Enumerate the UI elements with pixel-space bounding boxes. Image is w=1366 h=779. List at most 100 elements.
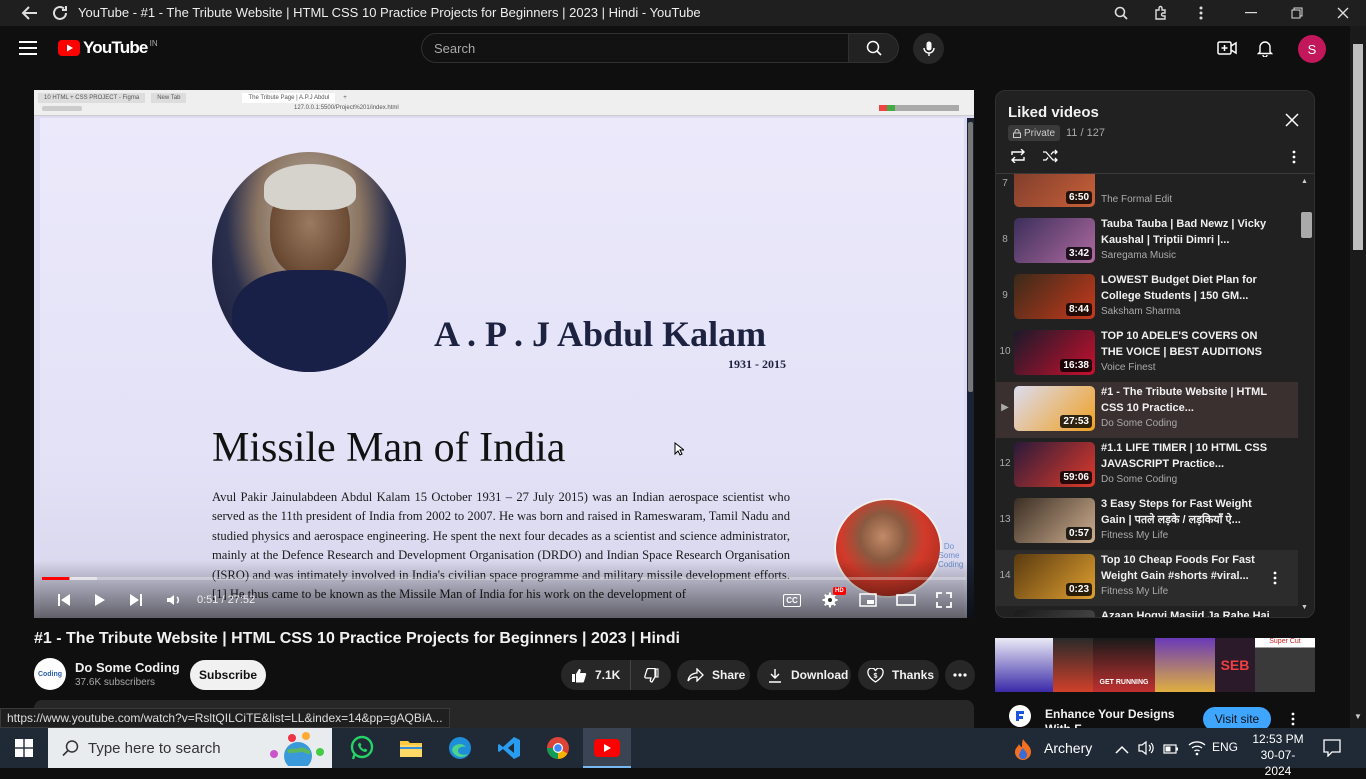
- recorded-tab: New Tab: [151, 93, 187, 103]
- privacy-badge: Private: [1008, 125, 1061, 141]
- playlist-item-thumbnail[interactable]: [1014, 610, 1095, 617]
- search-button[interactable]: [849, 33, 899, 63]
- chrome-app[interactable]: [534, 728, 582, 768]
- more-actions-button[interactable]: [945, 660, 975, 690]
- voice-search-button[interactable]: [913, 33, 944, 64]
- scrollbar-thumb[interactable]: [1301, 212, 1312, 238]
- more-menu-icon[interactable]: [1178, 0, 1224, 26]
- hamburger-menu-icon[interactable]: [19, 41, 37, 60]
- playlist-item-thumbnail[interactable]: 27:53: [1014, 386, 1095, 431]
- battery-icon[interactable]: [1163, 742, 1179, 760]
- page-scrollbar[interactable]: ▼: [1350, 26, 1366, 728]
- playlist-item-duration: 6:50: [1065, 191, 1092, 204]
- notifications-bell-icon[interactable]: [1256, 39, 1274, 62]
- playlist-item[interactable]: 7 6:50 QUICK,LOGE DOUBLE... The Formal Edit: [996, 174, 1298, 214]
- subscribe-button[interactable]: Subscribe: [190, 660, 266, 690]
- share-button[interactable]: Share: [677, 660, 750, 690]
- playlist-item[interactable]: 9 8:44 LOWEST Budget Diet Plan for College…: [996, 270, 1298, 326]
- volume-button[interactable]: [163, 590, 185, 610]
- shuffle-icon[interactable]: [1042, 149, 1058, 168]
- create-video-icon[interactable]: [1217, 40, 1237, 61]
- youtube-app-active[interactable]: [583, 728, 631, 768]
- channel-avatar[interactable]: Coding: [34, 658, 66, 690]
- playlist-item[interactable]: 10 16:38 TOP 10 ADELE'S COVERS ON THE VOIC…: [996, 326, 1298, 382]
- thanks-button[interactable]: $ Thanks: [858, 660, 939, 690]
- recorded-address-bar: 127.0.0.1:5500/Project%201/index.html: [294, 105, 399, 111]
- ad-menu-icon[interactable]: [1291, 712, 1295, 728]
- playlist-item[interactable]: 12 59:06 #1.1 LIFE TIMER | 10 HTML CSS JAV…: [996, 438, 1298, 494]
- progress-bar[interactable]: [42, 577, 966, 580]
- playlist-menu-icon[interactable]: [1292, 150, 1296, 169]
- back-arrow-icon[interactable]: [20, 3, 40, 23]
- like-thumb-icon: [572, 668, 587, 682]
- playlist-item-thumbnail[interactable]: 16:38: [1014, 330, 1095, 375]
- whatsapp-app[interactable]: [338, 728, 386, 768]
- playlist-item-thumbnail[interactable]: 59:06: [1014, 442, 1095, 487]
- close-window-icon[interactable]: [1320, 0, 1366, 26]
- playlist-item-menu-icon[interactable]: [1273, 571, 1277, 585]
- playlist-item-thumbnail[interactable]: 0:57: [1014, 498, 1095, 543]
- dislike-button[interactable]: [631, 660, 671, 690]
- youtube-logo[interactable]: YouTube IN: [58, 38, 158, 58]
- weather-label[interactable]: Archery: [1044, 740, 1092, 756]
- file-explorer-app[interactable]: [387, 728, 435, 768]
- playlist-item-channel: Saregama Music: [1101, 250, 1177, 261]
- user-avatar[interactable]: S: [1298, 35, 1326, 63]
- playlist-scrollbar[interactable]: ▲ ▼: [1298, 174, 1314, 617]
- captions-button[interactable]: CC: [781, 590, 803, 610]
- playlist-item-thumbnail[interactable]: 8:44: [1014, 274, 1095, 319]
- kalam-portrait: [212, 152, 406, 372]
- more-horizontal-icon: [953, 673, 967, 677]
- page-scroll-down-icon[interactable]: ▼: [1354, 712, 1362, 721]
- video-player[interactable]: 10 HTML + CSS PROJECT - Figma New Tab Th…: [34, 90, 974, 618]
- visit-site-button[interactable]: Visit site: [1203, 707, 1271, 728]
- playlist-title[interactable]: Liked videos: [1008, 104, 1099, 121]
- notification-center-icon[interactable]: [1323, 739, 1341, 762]
- miniplayer-button[interactable]: [857, 590, 879, 610]
- playlist-item[interactable]: ▶ 27:53 #1 - The Tribute Website | HTML CS…: [996, 382, 1298, 438]
- playlist-item-thumbnail[interactable]: 3:42: [1014, 218, 1095, 263]
- scroll-up-icon[interactable]: ▲: [1301, 178, 1308, 185]
- restore-icon[interactable]: [1274, 0, 1320, 26]
- playlist-item[interactable]: 14 0:23 Top 10 Cheap Foods For Fast Weight…: [996, 550, 1298, 606]
- download-button[interactable]: Download: [757, 660, 851, 690]
- channel-name[interactable]: Do Some Coding: [75, 660, 180, 675]
- playlist-item-channel: Voice Finest: [1101, 362, 1156, 373]
- loop-icon[interactable]: [1009, 148, 1027, 168]
- like-button[interactable]: 7.1K: [561, 660, 631, 690]
- refresh-icon[interactable]: [50, 3, 70, 23]
- wifi-icon[interactable]: [1188, 740, 1206, 761]
- search-input[interactable]: Search: [421, 33, 849, 63]
- theater-mode-button[interactable]: [895, 590, 917, 610]
- vscode-app[interactable]: [485, 728, 533, 768]
- close-playlist-icon[interactable]: [1285, 113, 1299, 132]
- play-button[interactable]: [90, 590, 110, 610]
- page-scrollbar-thumb[interactable]: [1353, 44, 1363, 250]
- speaker-icon[interactable]: [1138, 740, 1154, 761]
- playlist-item[interactable]: 13 0:57 3 Easy Steps for Fast Weight Gain …: [996, 494, 1298, 550]
- ad-title: Enhance Your Designs With F...: [1045, 707, 1175, 728]
- playlist-item-title: LOWEST Budget Diet Plan for College Stud…: [1101, 274, 1257, 302]
- playlist-item[interactable]: 15Azaan Hogyi Masjid Ja Rahe Hai | Zohri…: [996, 606, 1298, 617]
- previous-button[interactable]: [54, 590, 74, 610]
- sponsored-ad[interactable]: GET RUNNING SEB Super Cut Enhance Your D…: [995, 638, 1315, 728]
- weather-flame-icon[interactable]: [1013, 738, 1033, 765]
- playlist-item[interactable]: 8 3:42 Tauba Tauba | Bad Newz | Vicky Kaus…: [996, 214, 1298, 270]
- language-indicator[interactable]: ENG: [1212, 740, 1238, 754]
- taskbar-search-box[interactable]: Type here to search: [48, 728, 332, 770]
- search-highlight-illustration: [262, 730, 330, 770]
- settings-button[interactable]: HD: [819, 587, 846, 610]
- start-button[interactable]: [0, 728, 48, 768]
- edge-app[interactable]: [436, 728, 484, 768]
- window-title: YouTube - #1 - The Tribute Website | HTM…: [78, 5, 701, 20]
- next-button[interactable]: [126, 590, 146, 610]
- playlist-item-thumbnail[interactable]: 0:23: [1014, 554, 1095, 599]
- playlist-item-duration: 27:53: [1060, 415, 1092, 428]
- show-hidden-icons-chevron-icon[interactable]: [1115, 741, 1129, 759]
- fullscreen-button[interactable]: [933, 590, 955, 610]
- clock[interactable]: 12:53 PM 30-07-2024: [1250, 731, 1306, 779]
- playlist-item-index: 7: [1002, 178, 1008, 189]
- scroll-down-icon[interactable]: ▼: [1301, 604, 1308, 611]
- playlist-item-thumbnail[interactable]: 6:50: [1014, 174, 1095, 207]
- minimize-icon[interactable]: [1228, 0, 1274, 26]
